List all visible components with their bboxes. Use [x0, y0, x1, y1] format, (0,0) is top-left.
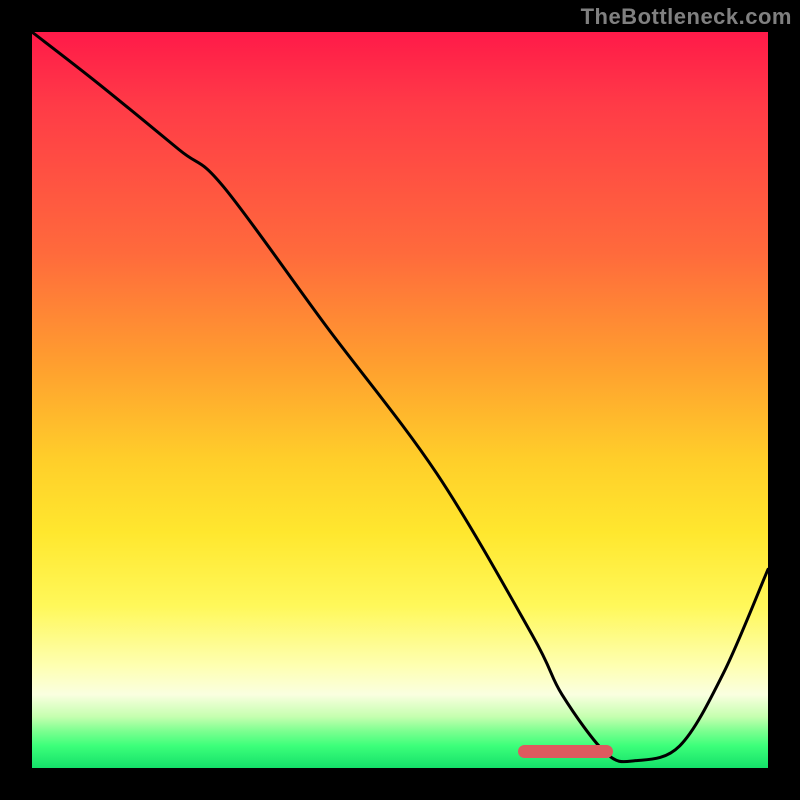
plot-area: [32, 32, 768, 768]
curve-svg: [32, 32, 768, 768]
bottleneck-curve-path: [32, 32, 768, 762]
chart-container: TheBottleneck.com: [0, 0, 800, 800]
watermark-text: TheBottleneck.com: [581, 4, 792, 30]
optimal-range-marker: [518, 745, 614, 758]
